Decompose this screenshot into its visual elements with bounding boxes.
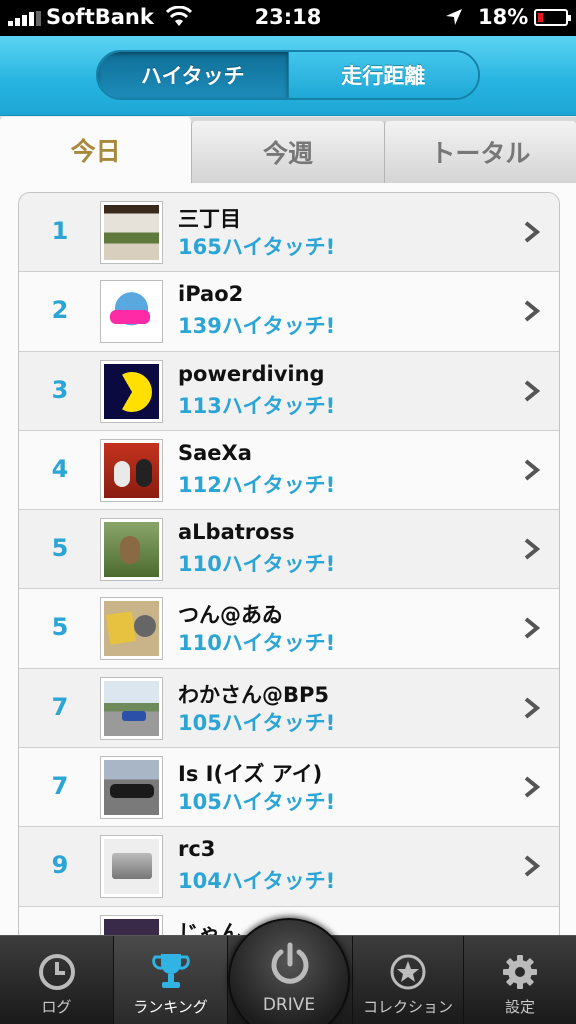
avatar [100, 438, 163, 502]
tab-today[interactable]: 今日 [0, 117, 192, 183]
ranking-row[interactable]: 7 わかさん@BP5 105ハイタッチ! [19, 668, 559, 749]
avatar [100, 597, 163, 661]
user-name: じゃん [178, 920, 241, 935]
power-icon [271, 942, 309, 984]
rank-number: 5 [51, 613, 69, 642]
chevron-right-icon [524, 776, 541, 798]
avatar [100, 914, 163, 935]
tab-ranking[interactable]: ランキング [114, 936, 228, 1024]
gear-icon [503, 955, 537, 989]
chevron-right-icon [524, 697, 541, 719]
user-name: iPao2 [178, 282, 244, 307]
rank-number: 4 [51, 454, 69, 483]
tab-settings-label: 設定 [504, 998, 535, 1016]
high-touch-count: 105ハイタッチ! [178, 710, 336, 735]
screen: SoftBank 23:18 18% ハイタッチ 走行距離 今日 今週 トータル… [0, 0, 576, 1024]
ranking-row[interactable]: 5 つん@あゐ 110ハイタッチ! [19, 589, 559, 669]
high-touch-count: 104ハイタッチ! [178, 869, 336, 894]
high-touch-count: 113ハイタッチ! [178, 393, 336, 418]
chevron-right-icon [524, 459, 541, 481]
avatar [100, 518, 163, 582]
avatar [100, 201, 163, 264]
high-touch-count: 112ハイタッチ! [178, 472, 336, 497]
user-name: わかさん@BP5 [178, 682, 330, 707]
high-touch-count: 110ハイタッチ! [178, 631, 336, 656]
ranking-row[interactable]: 7 Is I(イズ アイ) 105ハイタッチ! [19, 748, 559, 828]
avatar [100, 280, 163, 344]
ranking-list: 1 三丁目 165ハイタッチ! 2 iPao2 139ハイタッチ! 3 powe… [18, 192, 560, 935]
segment-distance[interactable]: 走行距離 [287, 52, 478, 98]
chevron-right-icon [524, 855, 541, 877]
tab-ranking-label: ランキング [133, 998, 208, 1016]
star-badge-icon [390, 954, 426, 990]
chevron-right-icon [524, 221, 541, 243]
user-name: aLbatross [178, 520, 295, 545]
avatar [100, 676, 163, 740]
high-touch-count: 165ハイタッチ! [178, 235, 336, 259]
rank-number: 2 [51, 296, 69, 325]
rank-number: 3 [51, 375, 69, 404]
chevron-right-icon [524, 617, 541, 640]
ranking-row[interactable]: 9 rc3 104ハイタッチ! [19, 827, 559, 907]
rank-number: 7 [51, 772, 69, 801]
user-name: powerdiving [178, 361, 325, 386]
rank-number: 9 [51, 851, 69, 880]
chevron-right-icon [524, 300, 541, 322]
clock-icon [38, 954, 75, 990]
rank-number: 1 [51, 217, 69, 245]
ranking-row[interactable]: 4 SaeXa 112ハイタッチ! [19, 430, 559, 511]
drive-button-label: DRIVE [262, 995, 316, 1015]
status-bar: SoftBank 23:18 18% [0, 0, 576, 36]
high-touch-count: 139ハイタッチ! [178, 314, 336, 339]
tab-log[interactable]: ログ [0, 936, 114, 1024]
tab-total[interactable]: トータル [383, 121, 576, 183]
ranking-row[interactable]: 3 powerdiving 113ハイタッチ! [19, 351, 559, 431]
ranking-row[interactable]: 5 aLbatross 110ハイタッチ! [19, 510, 559, 590]
battery-icon [534, 9, 571, 26]
user-name: つん@あゐ [178, 603, 283, 628]
header: ハイタッチ 走行距離 [0, 36, 576, 116]
avatar [100, 359, 163, 423]
tab-this-week[interactable]: 今週 [191, 121, 384, 183]
ranking-row[interactable]: 1 三丁目 165ハイタッチ! [19, 193, 559, 273]
trophy-icon [151, 954, 190, 988]
high-touch-count: 110ハイタッチ! [178, 552, 336, 577]
chevron-right-icon [524, 380, 541, 402]
ranking-row[interactable]: 2 iPao2 139ハイタッチ! [19, 272, 559, 352]
user-name: rc3 [178, 837, 216, 862]
period-tabs: 今日 今週 トータル [0, 117, 576, 183]
high-touch-count: 105ハイタッチ! [178, 790, 336, 815]
ranking-list-area: 1 三丁目 165ハイタッチ! 2 iPao2 139ハイタッチ! 3 powe… [0, 183, 576, 935]
tab-log-label: ログ [41, 998, 72, 1016]
user-name: Is I(イズ アイ) [178, 762, 323, 787]
location-arrow-icon [446, 9, 462, 25]
tab-collection[interactable]: コレクション [352, 936, 464, 1024]
user-name: SaeXa [178, 440, 252, 465]
avatar [100, 756, 163, 820]
ranking-type-segmented-control: ハイタッチ 走行距離 [96, 50, 480, 100]
tab-collection-label: コレクション [362, 998, 453, 1016]
rank-number: 7 [51, 692, 69, 721]
chevron-right-icon [524, 538, 541, 560]
battery-percent: 18% [478, 5, 529, 29]
tab-settings[interactable]: 設定 [464, 936, 576, 1024]
rank-number: 5 [51, 534, 69, 563]
segment-high-touch[interactable]: ハイタッチ [98, 52, 288, 98]
avatar [100, 835, 163, 899]
user-name: 三丁目 [178, 207, 241, 231]
